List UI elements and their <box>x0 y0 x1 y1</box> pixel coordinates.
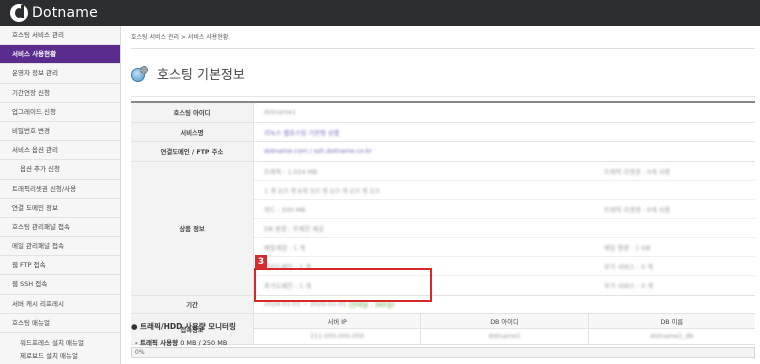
step-marker: 3 <box>255 255 267 268</box>
product-line: DB 용량 : 무제한 제공 <box>254 219 755 238</box>
logo-text: Dotname <box>32 5 98 21</box>
monitor-title: ● 트래픽/HDD 사용량 모니터링 <box>131 322 236 331</box>
row-period: 기간 2024-01-01 ~ 2025-01-01 (잔여일 : 365일) <box>131 296 755 314</box>
sidebar-item-web-ftp[interactable]: 웹 FTP 접속 <box>0 256 120 276</box>
sidebar-item-cache-refresh[interactable]: 서버 캐시 리프레시 <box>0 295 120 314</box>
label-domain: 연결도메인 / FTP 주소 <box>131 142 254 161</box>
sidebar-item-hosting-manual[interactable]: 호스팅 매뉴얼 <box>0 314 120 333</box>
sidebar-item-mail-panel[interactable]: 메일 관리패널 접속 <box>0 237 120 257</box>
value-server-ip: 211.000.000.000 <box>310 333 365 340</box>
product-line: 트래픽 : 1,024 MB 트래픽 리셋권 : 0개 사용 <box>254 162 755 181</box>
column-header-db-id: DB 아이디 <box>421 314 589 328</box>
label-service-name: 서비스명 <box>131 123 254 141</box>
sidebar: 호스팅 서비스 관리 서비스 사용현황 운영자 정보 관리 기간연장 신청 업그… <box>0 26 121 364</box>
value-domain[interactable]: dotname.com / ssh.dotname.co.kr <box>264 148 372 155</box>
sidebar-item-operator-info[interactable]: 운영자 정보 관리 <box>0 64 120 84</box>
sidebar-item-traffic-reset[interactable]: 트래픽리셋권 신청/사용 <box>0 180 120 199</box>
dotname-logo-icon <box>10 4 28 22</box>
sidebar-item-add-option[interactable]: 옵션 추가 신청 <box>0 160 120 180</box>
row-service-name: 서비스명 리눅스 웹호스팅 기본형 상품 <box>131 123 755 142</box>
traffic-usage-label: - 트래픽 사용량 0 MB / 250 MB <box>135 337 227 347</box>
product-line: 하드 : 500 MB 트래픽 리셋권 : 0개 사용 <box>254 200 755 219</box>
sidebar-item-domain-info[interactable]: 연결 도메인 정보 <box>0 199 120 218</box>
hosting-info-table: 호스팅 아이디 dotname1 서비스명 리눅스 웹호스팅 기본형 상품 연결… <box>131 101 755 345</box>
sidebar-subitem-zeroboard-manual[interactable]: 제로보드 설치 매뉴얼 <box>0 350 120 363</box>
breadcrumb-divider <box>131 48 755 49</box>
connection-info-table: 서버 IP DB 아이디 DB 이름 211.000.000.000 dotna… <box>254 314 755 344</box>
traffic-progress-bar: 0% <box>131 347 755 358</box>
sidebar-subitem-wordpress-manual[interactable]: 워드프레스 설치 매뉴얼 <box>0 337 120 350</box>
label-period: 기간 <box>131 296 254 313</box>
column-header-db-name: DB 이름 <box>660 318 684 326</box>
hosting-info-icon <box>131 65 149 82</box>
page-title: 호스팅 기본정보 <box>157 68 245 83</box>
row-domain: 연결도메인 / FTP 주소 dotname.com / ssh.dotname… <box>131 142 755 162</box>
traffic-usage-key: - 트래픽 사용량 <box>135 339 179 347</box>
traffic-progress-text: 0% <box>135 349 145 356</box>
sidebar-item-upgrade[interactable]: 업그레이드 신청 <box>0 103 120 122</box>
main-content: 호스팅 서비스 관리 > 서비스 사용현황 호스팅 기본정보 호스팅 아이디 d… <box>122 26 760 364</box>
value-service-name: 리눅스 웹호스팅 기본형 상품 <box>264 129 340 137</box>
breadcrumb: 호스팅 서비스 관리 > 서비스 사용현황 <box>131 34 229 41</box>
sidebar-item-service-options[interactable]: 서비스 옵션 관리 <box>0 141 120 161</box>
row-hosting-id: 호스팅 아이디 dotname1 <box>131 103 755 123</box>
sidebar-item-service-usage[interactable]: 서비스 사용현황 <box>0 45 120 65</box>
label-product: 상품 정보 <box>131 162 254 295</box>
sidebar-item-hosting-service-manage[interactable]: 호스팅 서비스 관리 <box>0 26 120 46</box>
product-line: 1 개 2/3 개 6개 3/3 개 2/3 개 2/3 개 2/3 <box>254 181 755 200</box>
value-db-id: dotname1 <box>488 333 521 340</box>
sidebar-item-web-ssh[interactable]: 웹 SSH 접속 <box>0 275 120 295</box>
product-line: 메일계정 : 1 개 메일 용량 : 1 GB <box>254 238 755 257</box>
sidebar-item-change-password[interactable]: 비밀번호 변경 <box>0 122 120 142</box>
server-ip-highlight <box>254 268 432 302</box>
sidebar-item-extend-period[interactable]: 기간연장 신청 <box>0 84 120 103</box>
sidebar-item-hosting-panel[interactable]: 호스팅 관리패널 접속 <box>0 218 120 238</box>
page-title-area: 호스팅 기본정보 <box>131 64 245 83</box>
top-header: Dotname <box>0 0 760 26</box>
row-product: 상품 정보 트래픽 : 1,024 MB 트래픽 리셋권 : 0개 사용 1 개… <box>131 162 755 296</box>
traffic-usage-value: 0 MB / 250 MB <box>180 339 228 347</box>
logo[interactable]: Dotname <box>10 4 98 22</box>
column-header-server-ip: 서버 IP <box>254 314 422 328</box>
value-period: 2024-01-01 ~ 2025-01-01 <box>264 301 347 308</box>
value-hosting-id: dotname1 <box>264 109 297 116</box>
label-hosting-id: 호스팅 아이디 <box>131 103 254 122</box>
value-db-name: dotname1_db <box>650 333 694 340</box>
title-divider <box>131 96 755 97</box>
